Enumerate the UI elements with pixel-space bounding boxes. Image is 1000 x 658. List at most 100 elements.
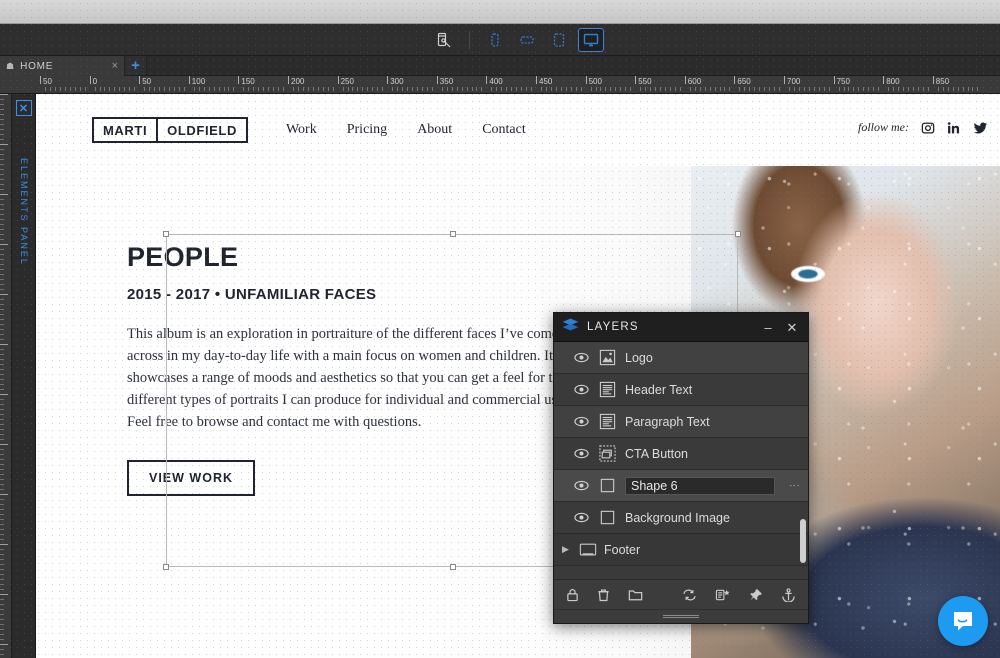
device-phone-portrait-icon[interactable] <box>482 28 508 52</box>
text-layer-icon <box>598 413 616 431</box>
ruler-minor-tick <box>74 87 76 91</box>
ruler-minor-tick <box>491 87 493 91</box>
ruler-minor-tick <box>476 87 478 91</box>
ruler-minor-tick <box>600 87 602 91</box>
ruler-minor-tick <box>233 87 235 91</box>
add-tab-button[interactable]: + <box>125 56 147 75</box>
layer-row[interactable]: ▶ Footer <box>554 534 808 566</box>
follow-me-group: follow me: <box>858 120 988 135</box>
hero-title[interactable]: PEOPLE <box>127 242 597 273</box>
layers-scrollbar-thumb[interactable] <box>800 519 806 563</box>
linkedin-icon[interactable] <box>947 121 961 135</box>
vruler-tick <box>0 564 4 565</box>
ruler-minor-tick <box>709 87 711 91</box>
ruler-minor-tick <box>808 87 810 91</box>
lock-icon[interactable] <box>566 588 579 602</box>
ruler-minor-tick <box>129 87 131 91</box>
device-phone-landscape-icon[interactable] <box>514 28 540 52</box>
vruler-tick <box>0 109 4 110</box>
tab-close-icon[interactable]: × <box>112 60 118 72</box>
vruler-tick <box>0 159 4 160</box>
inspect-device-icon[interactable] <box>431 28 457 52</box>
vruler-tick <box>0 344 8 345</box>
layers-list[interactable]: Logo Header Text Paragraph Text CTA Button S… <box>554 342 808 579</box>
site-logo[interactable]: MARTI OLDFIELD <box>92 117 248 143</box>
layer-row[interactable]: Paragraph Text <box>554 406 808 438</box>
elements-panel[interactable]: ✕ ELEMENTS PANEL <box>12 94 36 658</box>
view-work-button[interactable]: VIEW WORK <box>127 460 255 496</box>
ruler-label: 450 <box>539 77 553 86</box>
vruler-tick <box>0 234 4 235</box>
ruler-minor-tick <box>793 87 795 91</box>
ruler-major-tick <box>833 76 835 84</box>
layer-row[interactable]: Background Image <box>554 502 808 534</box>
add-to-list-icon[interactable] <box>715 588 730 602</box>
nav-item-about[interactable]: About <box>417 122 452 138</box>
trash-icon[interactable] <box>597 588 610 602</box>
ruler-major-tick <box>89 76 91 84</box>
close-icon[interactable]: ✕ <box>784 321 800 334</box>
vruler-tick <box>0 424 4 425</box>
layer-row[interactable]: Logo <box>554 342 808 374</box>
device-tablet-icon[interactable] <box>546 28 572 52</box>
eye-visibility-icon[interactable] <box>574 512 589 523</box>
eye-visibility-icon[interactable] <box>574 384 589 395</box>
tab-label: HOME <box>20 60 54 72</box>
ruler-minor-tick <box>952 87 954 91</box>
eye-visibility-icon[interactable] <box>574 416 589 427</box>
layer-row[interactable]: CTA Button <box>554 438 808 470</box>
layer-options-kebab-icon[interactable]: ⋮ <box>784 480 800 491</box>
hero-subtitle[interactable]: 2015 - 2017 • UNFAMILIAR FACES <box>127 286 597 303</box>
layers-panel-resize-grip[interactable] <box>554 609 808 623</box>
layers-panel-header[interactable]: LAYERS – ✕ <box>554 313 808 342</box>
sync-icon[interactable] <box>682 588 697 602</box>
ruler-minor-tick <box>759 87 761 91</box>
disclosure-triangle-icon[interactable]: ▶ <box>562 544 572 555</box>
hero-paragraph[interactable]: This album is an exploration in portrait… <box>127 323 587 433</box>
eye-visibility-icon[interactable] <box>574 352 589 363</box>
vruler-tick <box>0 329 4 330</box>
device-desktop-icon[interactable] <box>577 27 604 52</box>
eye-visibility-icon[interactable] <box>574 448 589 459</box>
layer-row[interactable]: Header Text <box>554 374 808 406</box>
ruler-minor-tick <box>372 87 374 91</box>
vruler-tick <box>0 439 4 440</box>
nav-item-work[interactable]: Work <box>286 122 317 138</box>
ruler-minor-tick <box>198 87 200 91</box>
vruler-tick <box>0 94 8 95</box>
vruler-tick <box>0 514 4 515</box>
nav-item-contact[interactable]: Contact <box>482 122 526 138</box>
vruler-tick <box>0 464 4 465</box>
tab-home[interactable]: ☗ HOME × <box>0 56 125 76</box>
ruler-minor-tick <box>501 87 503 91</box>
ruler-minor-tick <box>263 87 265 91</box>
vruler-tick <box>0 154 4 155</box>
vruler-tick <box>0 624 4 625</box>
ruler-minor-tick <box>893 87 895 91</box>
ruler-minor-tick <box>382 87 384 91</box>
nav-item-pricing[interactable]: Pricing <box>347 122 387 138</box>
twitter-icon[interactable] <box>973 121 988 135</box>
ruler-minor-tick <box>769 87 771 91</box>
layer-name-input[interactable]: Shape 6 <box>625 476 775 495</box>
ruler-label: 850 <box>935 77 950 86</box>
layer-row[interactable]: Shape 6 ⋮ <box>554 470 808 502</box>
minimize-icon[interactable]: – <box>760 321 776 334</box>
eye-visibility-icon[interactable] <box>574 480 589 491</box>
chat-bubble-button[interactable] <box>938 596 988 646</box>
elements-panel-close-icon[interactable]: ✕ <box>15 100 32 116</box>
design-canvas[interactable]: MARTI OLDFIELD Work Pricing About Contac… <box>36 94 1000 658</box>
vruler-tick <box>0 504 4 505</box>
ruler-minor-tick <box>674 87 676 91</box>
folder-icon[interactable] <box>628 588 643 602</box>
ruler-minor-tick <box>64 87 66 91</box>
ruler-major-tick <box>337 76 339 84</box>
ruler-minor-tick <box>109 87 111 91</box>
pin-icon[interactable] <box>748 588 763 602</box>
anchor-icon[interactable] <box>781 587 796 602</box>
vruler-tick <box>0 194 8 195</box>
vruler-tick <box>0 124 4 125</box>
ruler-label: 50 <box>43 77 52 86</box>
instagram-icon[interactable] <box>921 121 935 135</box>
layers-panel[interactable]: LAYERS – ✕ Logo Header Text Paragraph Text… <box>553 312 809 624</box>
